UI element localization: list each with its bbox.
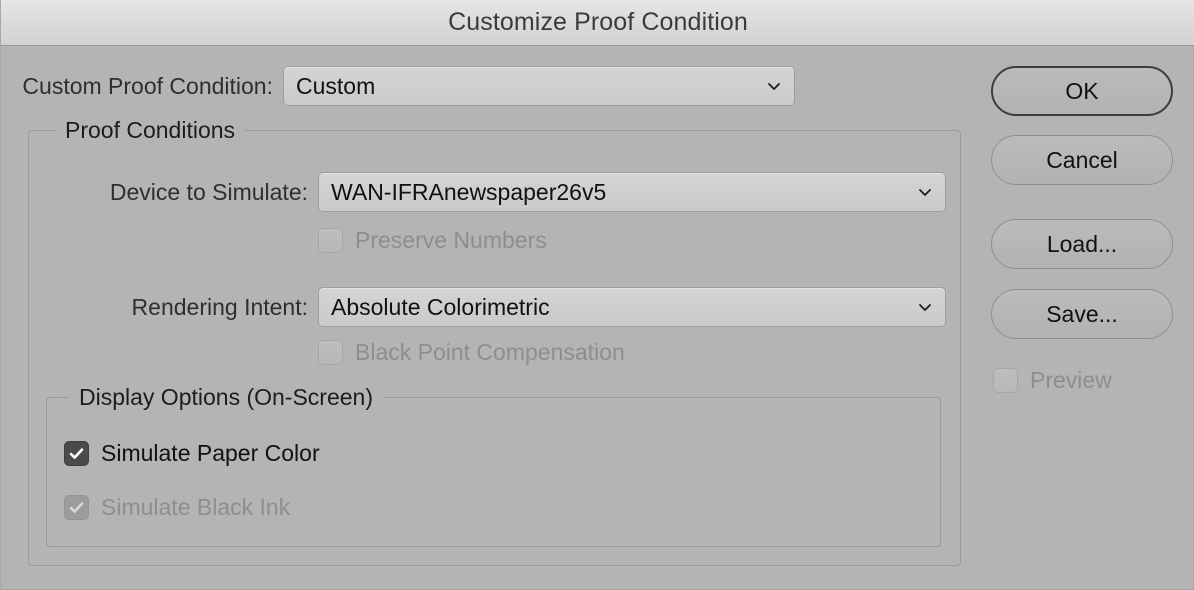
custom-proof-condition-value: Custom [296, 72, 376, 99]
preview-row[interactable]: Preview [991, 367, 1173, 394]
custom-proof-condition-select[interactable]: Custom [283, 66, 795, 106]
display-options-legend: Display Options (On-Screen) [69, 383, 383, 411]
black-point-compensation-label: Black Point Compensation [355, 339, 625, 365]
preserve-numbers-label: Preserve Numbers [355, 227, 547, 253]
device-to-simulate-row: Device to Simulate: WAN-IFRAnewspaper26v… [29, 171, 946, 213]
simulate-paper-color-row[interactable]: Simulate Paper Color [64, 440, 320, 467]
save-button[interactable]: Save... [991, 289, 1173, 339]
rendering-intent-label: Rendering Intent: [131, 293, 308, 320]
dialog-titlebar: Customize Proof Condition [1, 0, 1194, 46]
simulate-paper-color-checkbox[interactable] [64, 441, 89, 466]
cancel-button[interactable]: Cancel [991, 135, 1173, 185]
chevron-down-icon [917, 184, 933, 200]
chevron-down-icon [917, 299, 933, 315]
display-options-group: Display Options (On-Screen) Simulate Pap… [46, 383, 941, 547]
device-to-simulate-select[interactable]: WAN-IFRAnewspaper26v5 [318, 172, 946, 212]
simulate-black-ink-row[interactable]: Simulate Black Ink [64, 494, 290, 521]
proof-conditions-legend: Proof Conditions [55, 116, 246, 144]
chevron-down-icon [766, 78, 782, 94]
proof-conditions-group: Proof Conditions Device to Simulate: WAN… [28, 116, 961, 566]
black-point-compensation-row[interactable]: Black Point Compensation [318, 339, 625, 366]
preview-checkbox[interactable] [993, 368, 1018, 393]
preserve-numbers-checkbox[interactable] [318, 228, 343, 253]
rendering-intent-row: Rendering Intent: Absolute Colorimetric [29, 286, 946, 328]
preserve-numbers-row[interactable]: Preserve Numbers [318, 227, 547, 254]
simulate-paper-color-label: Simulate Paper Color [101, 440, 320, 466]
dialog-button-column: OK Cancel Load... Save... Preview [991, 66, 1173, 394]
custom-proof-condition-row: Custom Proof Condition: Custom [1, 62, 961, 110]
rendering-intent-select[interactable]: Absolute Colorimetric [318, 287, 946, 327]
simulate-black-ink-label: Simulate Black Ink [101, 494, 291, 520]
dialog-title: Customize Proof Condition [448, 8, 748, 36]
device-to-simulate-value: WAN-IFRAnewspaper26v5 [331, 178, 607, 205]
load-button[interactable]: Load... [991, 219, 1173, 269]
ok-button[interactable]: OK [991, 66, 1173, 116]
device-to-simulate-label: Device to Simulate: [109, 178, 308, 205]
rendering-intent-value: Absolute Colorimetric [331, 293, 550, 320]
custom-proof-condition-label: Custom Proof Condition: [22, 72, 273, 99]
customize-proof-condition-dialog: Customize Proof Condition Custom Proof C… [0, 0, 1194, 590]
simulate-black-ink-checkbox[interactable] [64, 495, 89, 520]
preview-label: Preview [1030, 367, 1112, 393]
black-point-compensation-checkbox[interactable] [318, 340, 343, 365]
